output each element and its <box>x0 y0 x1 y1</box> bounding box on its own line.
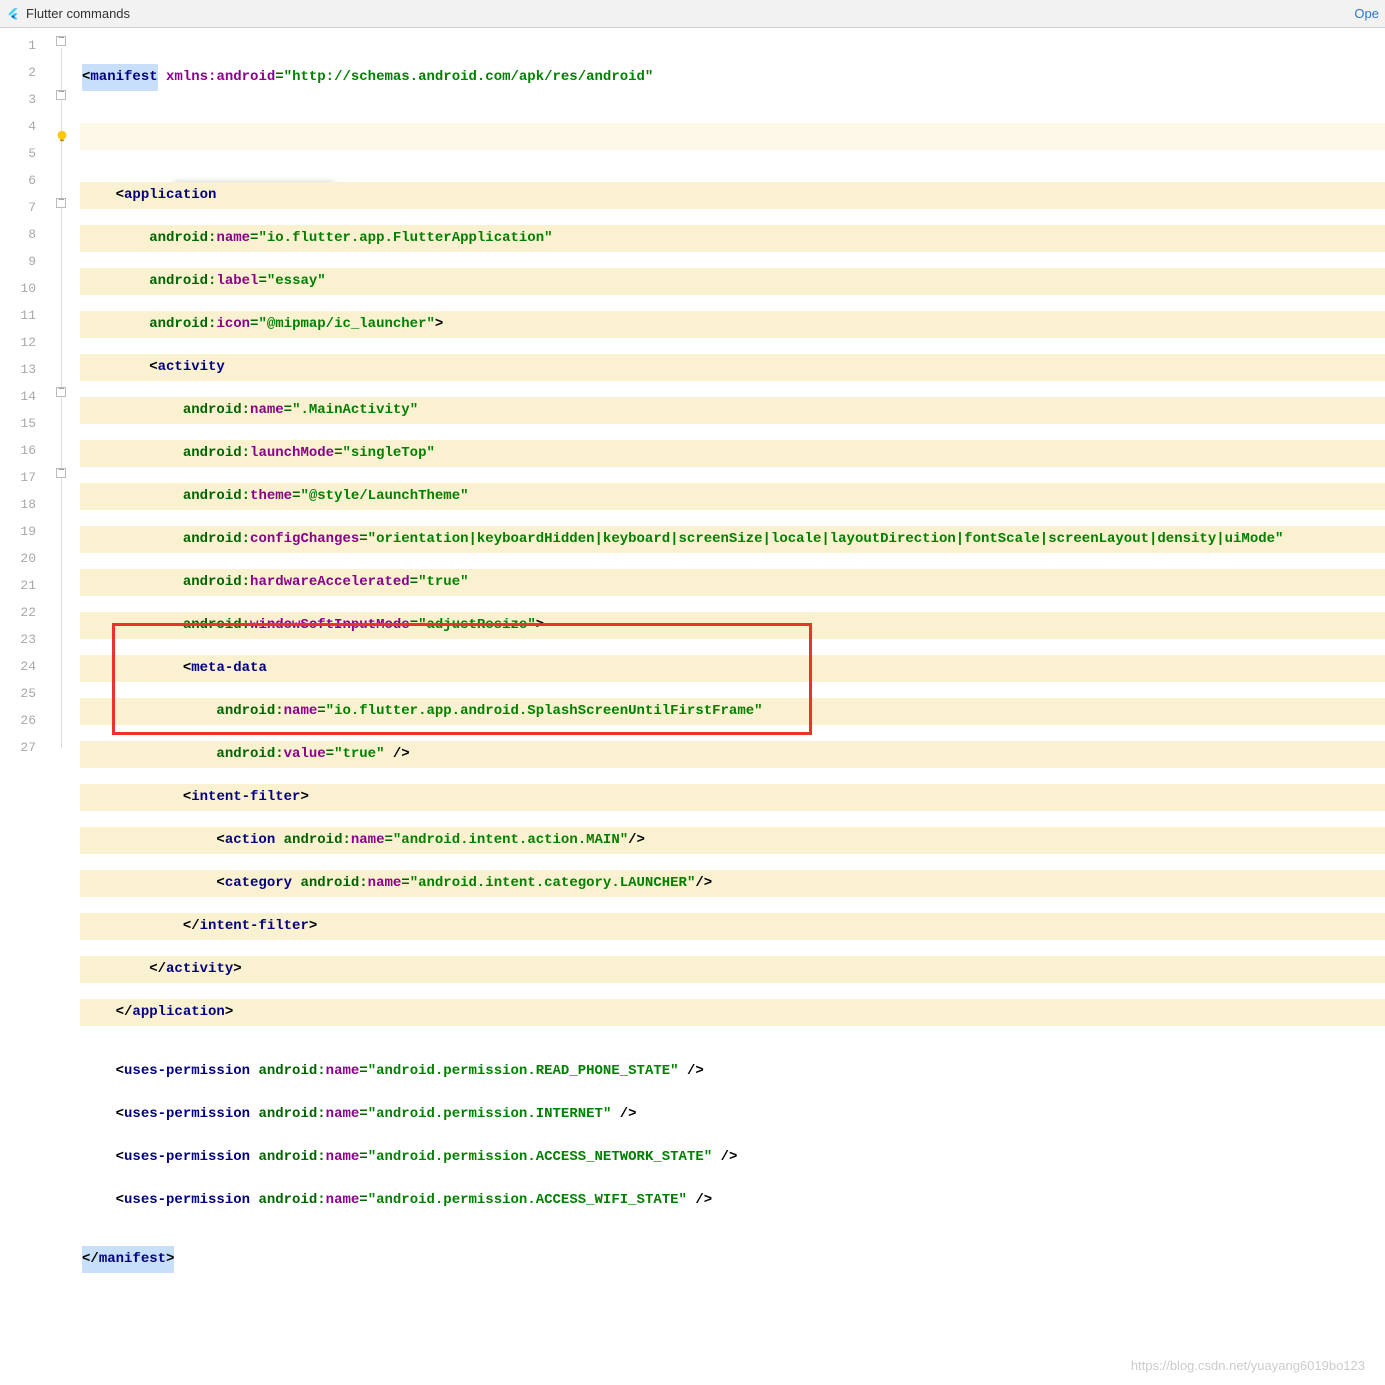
code-line[interactable]: android:theme="@style/LaunchTheme" <box>80 483 1385 510</box>
line-number: 10 <box>0 275 54 302</box>
line-number: 21 <box>0 572 54 599</box>
line-number: 24 <box>0 653 54 680</box>
watermark-text: https://blog.csdn.net/yuayang6019bo123 <box>1131 1358 1365 1373</box>
line-number: 9 <box>0 248 54 275</box>
line-number: 4 <box>0 113 54 140</box>
banner-link[interactable]: Ope <box>1354 6 1379 21</box>
code-line[interactable]: <manifest xmlns:android="http://schemas.… <box>80 64 1385 91</box>
fold-gutter <box>54 28 80 1385</box>
flutter-icon <box>6 7 20 21</box>
code-line[interactable]: </manifest> <box>80 1246 1385 1273</box>
line-number: 19 <box>0 518 54 545</box>
code-line[interactable]: <uses-permission android:name="android.p… <box>80 1101 1385 1128</box>
line-number: 16 <box>0 437 54 464</box>
line-number: 5 <box>0 140 54 167</box>
code-area[interactable]: <manifest xmlns:android="http://schemas.… <box>80 28 1385 1385</box>
line-number: 6 <box>0 167 54 194</box>
code-line[interactable]: <uses-permission android:name="android.p… <box>80 1058 1385 1085</box>
code-line[interactable]: android:icon="@mipmap/ic_launcher"> <box>80 311 1385 338</box>
line-number: 3 <box>0 86 54 113</box>
line-number: 17 <box>0 464 54 491</box>
fold-toggle-icon[interactable] <box>56 198 66 208</box>
code-line[interactable]: package="com.xxxxx.xxxxxx"> <box>80 123 1385 150</box>
line-number: 8 <box>0 221 54 248</box>
code-line[interactable]: <uses-permission android:name="android.p… <box>80 1144 1385 1171</box>
line-number: 25 <box>0 680 54 707</box>
code-line[interactable]: <action android:name="android.intent.act… <box>80 827 1385 854</box>
code-line[interactable]: <intent-filter> <box>80 784 1385 811</box>
code-line[interactable]: <category android:name="android.intent.c… <box>80 870 1385 897</box>
line-number: 1 <box>0 32 54 59</box>
code-line[interactable]: android:value="true" /> <box>80 741 1385 768</box>
code-line[interactable]: android:name="io.flutter.app.android.Spl… <box>80 698 1385 725</box>
code-editor[interactable]: 1 2 3 4 5 6 7 8 9 10 11 12 13 14 15 16 1… <box>0 28 1385 1385</box>
code-line[interactable]: <activity <box>80 354 1385 381</box>
line-number: 20 <box>0 545 54 572</box>
code-line[interactable]: android:launchMode="singleTop" <box>80 440 1385 467</box>
code-line[interactable]: <uses-permission android:name="android.p… <box>80 1187 1385 1214</box>
fold-toggle-icon[interactable] <box>56 468 66 478</box>
code-line[interactable]: </intent-filter> <box>80 913 1385 940</box>
line-number: 12 <box>0 329 54 356</box>
line-number: 14 <box>0 383 54 410</box>
code-line[interactable]: </application> <box>80 999 1385 1026</box>
code-line[interactable]: <application <box>80 182 1385 209</box>
code-line[interactable]: android:name="io.flutter.app.FlutterAppl… <box>80 225 1385 252</box>
code-line[interactable]: android:windowSoftInputMode="adjustResiz… <box>80 612 1385 639</box>
line-number: 2 <box>0 59 54 86</box>
line-number: 7 <box>0 194 54 221</box>
line-number: 13 <box>0 356 54 383</box>
line-number: 27 <box>0 734 54 761</box>
editor-banner: Flutter commands Ope <box>0 0 1385 28</box>
code-line[interactable]: android:label="essay" <box>80 268 1385 295</box>
lightbulb-icon[interactable] <box>55 129 69 143</box>
code-line[interactable]: android:hardwareAccelerated="true" <box>80 569 1385 596</box>
line-number: 11 <box>0 302 54 329</box>
fold-toggle-icon[interactable] <box>56 36 66 46</box>
line-number: 18 <box>0 491 54 518</box>
line-number: 15 <box>0 410 54 437</box>
fold-toggle-icon[interactable] <box>56 90 66 100</box>
code-line[interactable]: android:name=".MainActivity" <box>80 397 1385 424</box>
code-line[interactable]: android:configChanges="orientation|keybo… <box>80 526 1385 553</box>
line-number: 22 <box>0 599 54 626</box>
line-number: 26 <box>0 707 54 734</box>
code-line[interactable]: <meta-data <box>80 655 1385 682</box>
code-line[interactable]: </activity> <box>80 956 1385 983</box>
line-number: 23 <box>0 626 54 653</box>
line-number-gutter: 1 2 3 4 5 6 7 8 9 10 11 12 13 14 15 16 1… <box>0 28 54 1385</box>
banner-title: Flutter commands <box>26 6 130 21</box>
fold-toggle-icon[interactable] <box>56 387 66 397</box>
